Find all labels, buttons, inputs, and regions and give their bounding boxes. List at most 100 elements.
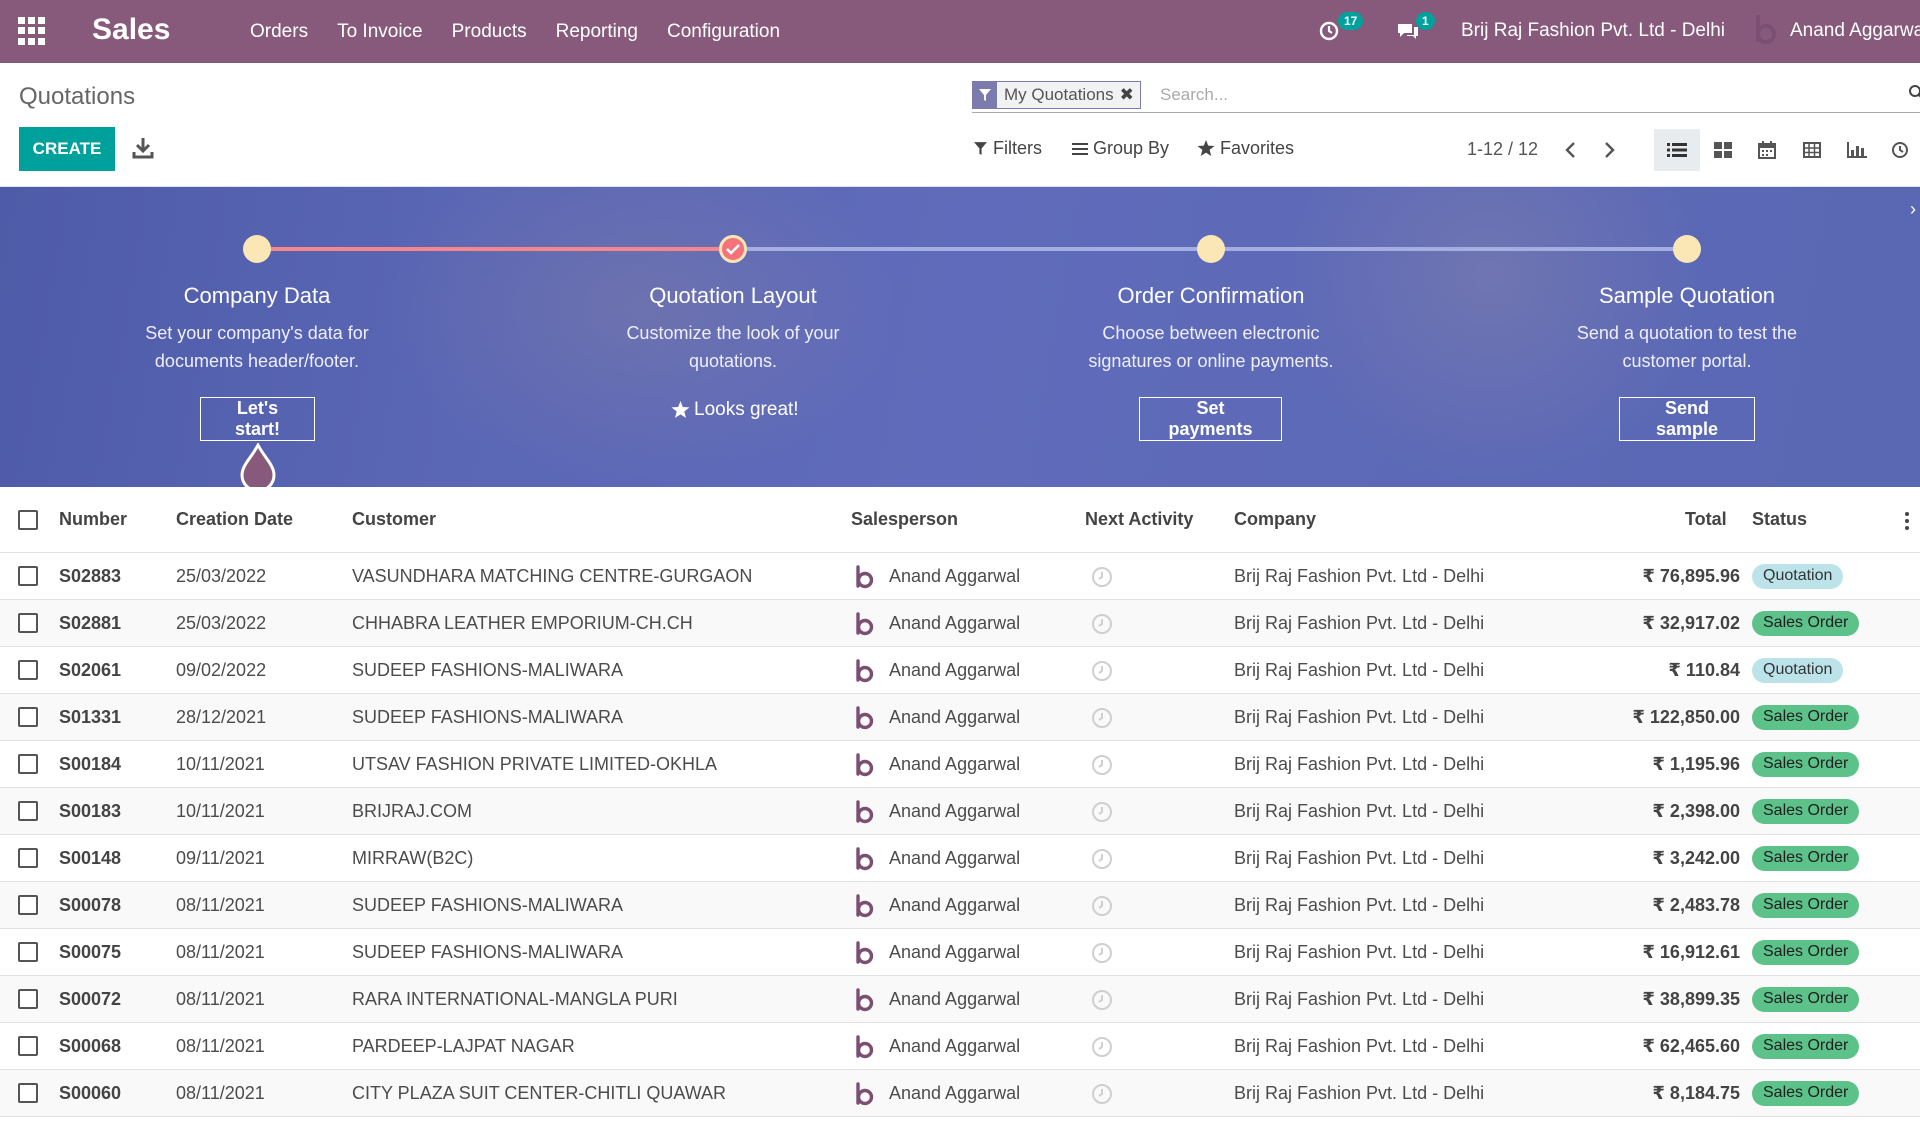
table-row[interactable]: S00148 09/11/2021 MIRRAW(B2C) Anand Aggarwa…: [0, 835, 1920, 882]
row-checkbox[interactable]: [18, 848, 38, 868]
activity-view-icon[interactable]: [1880, 129, 1920, 171]
col-status[interactable]: Status: [1752, 509, 1807, 530]
activity-clock-icon[interactable]: [1091, 989, 1113, 1011]
activity-clock-icon[interactable]: [1091, 566, 1113, 588]
graph-view-icon[interactable]: [1834, 129, 1880, 171]
activity-clock-icon[interactable]: [1091, 848, 1113, 870]
table-row[interactable]: S00072 08/11/2021 RARA INTERNATIONAL-MANGL…: [0, 976, 1920, 1023]
cell-customer: SUDEEP FASHIONS-MALIWARA: [352, 895, 624, 915]
row-checkbox[interactable]: [18, 1036, 38, 1056]
cell-company: Brij Raj Fashion Pvt. Ltd - Delhi: [1234, 707, 1485, 727]
activity-clock-icon[interactable]: [1091, 660, 1113, 682]
table-row[interactable]: S02883 25/03/2022 VASUNDHARA MATCHING CENT…: [0, 553, 1920, 600]
table-row[interactable]: S00078 08/11/2021 SUDEEP FASHIONS-MALIWARA…: [0, 882, 1920, 929]
activity-clock-icon[interactable]: [1091, 1083, 1113, 1105]
step-desc-line: signatures or online payments.: [1088, 351, 1334, 371]
row-checkbox[interactable]: [18, 707, 38, 727]
activity-clock-icon[interactable]: [1091, 1036, 1113, 1058]
activity-clock-icon[interactable]: [1091, 613, 1113, 635]
col-salesperson[interactable]: Salesperson: [851, 509, 958, 530]
create-button[interactable]: CREATE: [19, 127, 115, 171]
pivot-view-icon[interactable]: [1789, 129, 1835, 171]
table-row[interactable]: S02881 25/03/2022 CHHABRA LEATHER EMPORIUM…: [0, 600, 1920, 647]
step-dot-order-confirmation: [1197, 235, 1225, 263]
step-title: Quotation Layout: [649, 283, 817, 308]
messaging-menu[interactable]: 1: [1396, 12, 1435, 48]
menu-orders[interactable]: Orders: [250, 21, 308, 43]
close-icon[interactable]: ✖: [1120, 85, 1140, 105]
table-row[interactable]: S00184 10/11/2021 UTSAV FASHION PRIVATE LI…: [0, 741, 1920, 788]
search-input[interactable]: [1158, 82, 1858, 108]
looks-great-text: Looks great!: [694, 399, 799, 420]
table-row[interactable]: S02061 09/02/2022 SUDEEP FASHIONS-MALIWARA…: [0, 647, 1920, 694]
table-row[interactable]: S00068 08/11/2021 PARDEEP-LAJPAT NAGAR Anan…: [0, 1023, 1920, 1070]
cell-customer: SUDEEP FASHIONS-MALIWARA: [352, 942, 624, 962]
row-checkbox[interactable]: [18, 566, 38, 586]
cell-salesperson: Anand Aggarwal: [889, 989, 1021, 1009]
activity-menu[interactable]: 17: [1318, 12, 1364, 48]
download-icon[interactable]: [130, 135, 156, 161]
step-desc-line: customer portal.: [1622, 351, 1752, 371]
activity-clock-icon[interactable]: [1091, 895, 1113, 917]
step-dot-company-data: [243, 235, 271, 263]
favorites-dropdown[interactable]: Favorites: [1197, 138, 1294, 159]
groupby-dropdown[interactable]: Group By: [1072, 138, 1169, 159]
menu-reporting[interactable]: Reporting: [556, 21, 638, 43]
salesperson-avatar-icon: [856, 1035, 874, 1059]
user-menu[interactable]: Anand Aggarwal: [1790, 20, 1920, 42]
menu-products[interactable]: Products: [452, 21, 527, 43]
table-row[interactable]: S00075 08/11/2021 SUDEEP FASHIONS-MALIWARA…: [0, 929, 1920, 976]
row-checkbox[interactable]: [18, 613, 38, 633]
pager-value[interactable]: 1-12 / 12: [1467, 139, 1538, 160]
activity-clock-icon[interactable]: [1091, 754, 1113, 776]
kanban-view-icon[interactable]: [1700, 129, 1746, 171]
row-checkbox[interactable]: [18, 989, 38, 1009]
col-company[interactable]: Company: [1234, 509, 1316, 530]
calendar-view-icon[interactable]: [1744, 129, 1790, 171]
company-switcher[interactable]: Brij Raj Fashion Pvt. Ltd - Delhi: [1461, 20, 1725, 42]
step-desc-line: Set your company's data for: [145, 323, 369, 343]
list-view-icon[interactable]: [1654, 129, 1700, 171]
filters-dropdown[interactable]: Filters: [973, 138, 1042, 159]
select-all-checkbox[interactable]: [18, 510, 38, 530]
menu-configuration[interactable]: Configuration: [667, 21, 780, 43]
chevron-left-icon[interactable]: [1558, 137, 1582, 163]
salesperson-avatar-icon: [856, 847, 874, 871]
col-customer[interactable]: Customer: [352, 509, 436, 530]
activity-clock-icon[interactable]: [1091, 801, 1113, 823]
step-title: Sample Quotation: [1598, 283, 1776, 308]
filter-icon: [973, 82, 997, 108]
status-badge: Quotation: [1752, 658, 1844, 683]
apps-grid-icon[interactable]: [18, 17, 46, 45]
menu-to-invoice[interactable]: To Invoice: [337, 21, 423, 43]
activity-clock-icon[interactable]: [1091, 707, 1113, 729]
chevron-right-icon[interactable]: [1598, 137, 1622, 163]
app-name[interactable]: Sales: [92, 13, 170, 47]
row-checkbox[interactable]: [18, 660, 38, 680]
cell-salesperson: Anand Aggarwal: [889, 1036, 1021, 1056]
kebab-icon[interactable]: [1904, 511, 1910, 531]
row-checkbox[interactable]: [18, 942, 38, 962]
col-total[interactable]: Total: [1685, 509, 1727, 530]
table-row[interactable]: S00060 08/11/2021 CITY PLAZA SUIT CENTER-C…: [0, 1070, 1920, 1117]
row-checkbox[interactable]: [18, 801, 38, 821]
col-next-activity[interactable]: Next Activity: [1085, 509, 1193, 530]
col-creation-date[interactable]: Creation Date: [176, 509, 293, 530]
row-checkbox[interactable]: [18, 895, 38, 915]
top-navbar: Sales Orders To Invoice Products Reporti…: [0, 0, 1920, 63]
row-checkbox[interactable]: [18, 1083, 38, 1103]
table-row[interactable]: S01331 28/12/2021 SUDEEP FASHIONS-MALIWARA…: [0, 694, 1920, 741]
row-checkbox[interactable]: [18, 754, 38, 774]
cell-customer: UTSAV FASHION PRIVATE LIMITED-OKHLA: [352, 754, 718, 774]
table-row[interactable]: S00183 10/11/2021 BRIJRAJ.COM Anand Aggarwa…: [0, 788, 1920, 835]
cell-creation-date: 09/02/2022: [176, 660, 267, 680]
search-icon[interactable]: [1908, 84, 1920, 100]
close-icon[interactable]: ›: [1910, 199, 1916, 220]
col-number[interactable]: Number: [59, 509, 127, 530]
cell-total: ₹ 38,899.35: [1642, 989, 1740, 1009]
lets-start-button[interactable]: Let's start!: [200, 397, 315, 441]
avatar[interactable]: [1750, 14, 1782, 46]
send-sample-button[interactable]: Send sample: [1619, 397, 1755, 441]
set-payments-button[interactable]: Set payments: [1139, 397, 1282, 441]
activity-clock-icon[interactable]: [1091, 942, 1113, 964]
